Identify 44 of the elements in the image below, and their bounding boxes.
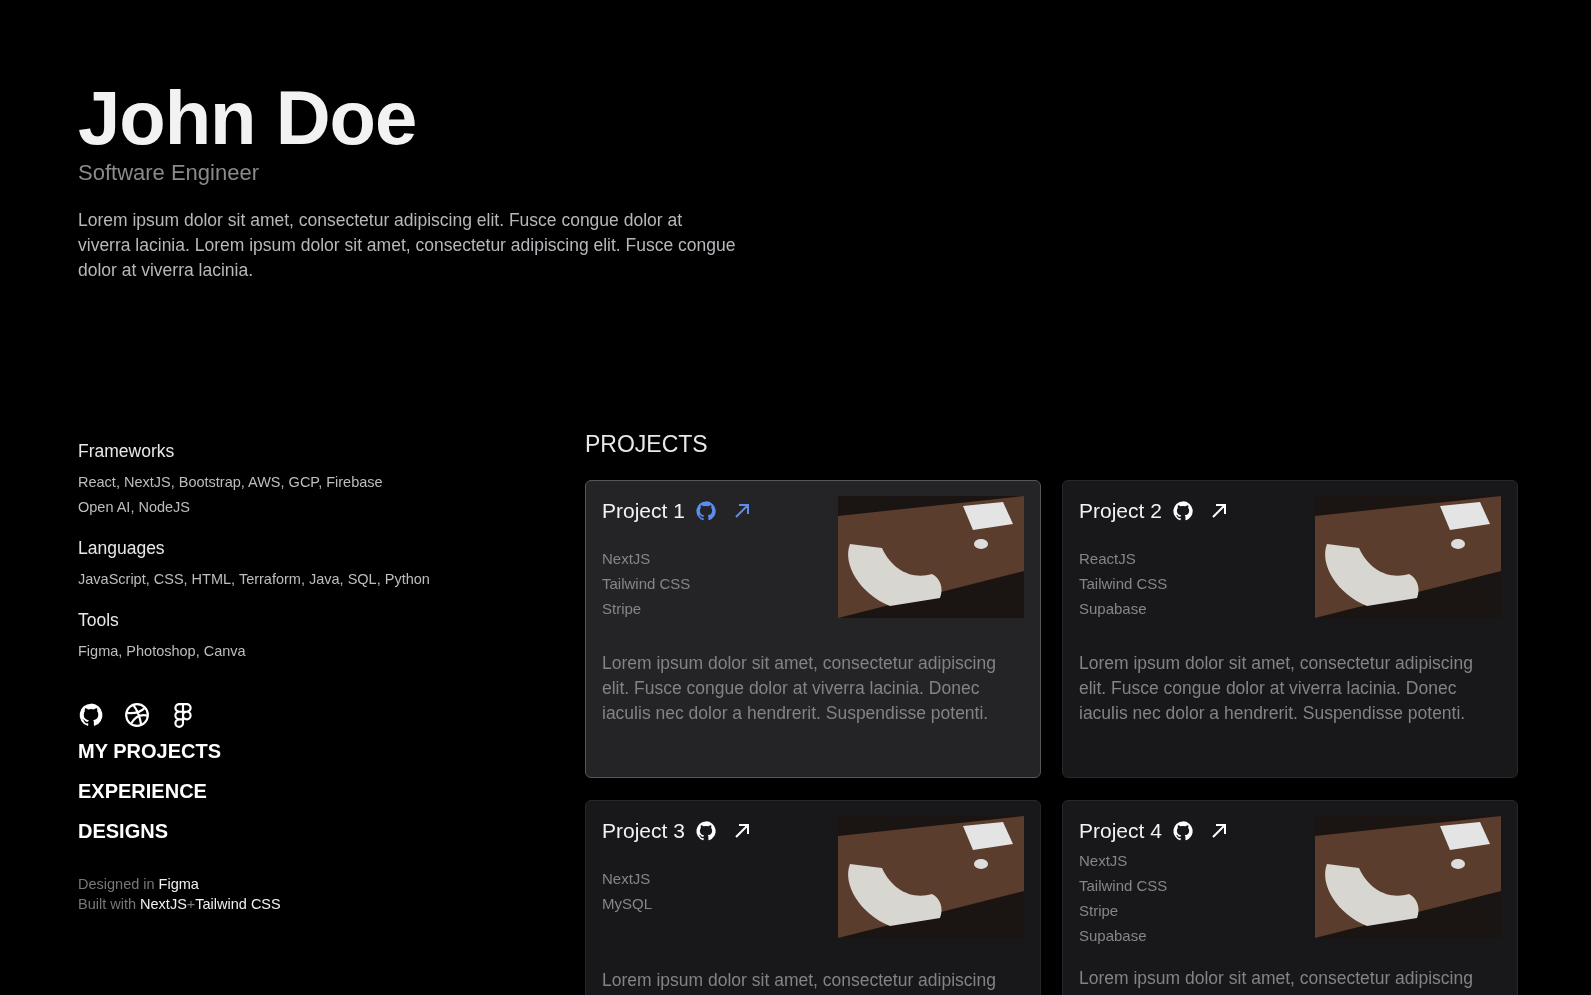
tech-label: Tailwind CSS <box>1079 574 1169 594</box>
nav-link[interactable]: EXPERIENCE <box>78 778 207 804</box>
skill-list: React, NextJS, Bootstrap, AWS, GCP, Firebase <box>78 470 585 495</box>
skill-heading: Tools <box>78 610 120 631</box>
tech-label: ReactJS <box>1079 549 1137 569</box>
skill-heading: Languages <box>78 538 166 559</box>
name-heading: John Doe <box>78 78 418 158</box>
project-title: Project 1 <box>602 499 685 523</box>
tech-label: MySQL <box>602 894 653 914</box>
dribbble-icon[interactable] <box>124 702 150 728</box>
project-card[interactable]: Project 3 NextJS MySQL Lorem ipsum dolor sit amet, consectetur adipiscing <box>585 800 1041 995</box>
tech-label: Supabase <box>1079 599 1148 619</box>
bio-paragraph: Lorem ipsum dolor sit amet, consectetur adipiscing elit. Fusce congue dolor at viverra lacinia. Lorem ipsum dolor sit amet, consectetur adipiscing elit. Fusce congue dolor at viverra lacinia. <box>78 209 737 282</box>
tech-label: Stripe <box>1079 901 1120 921</box>
project-description: Lorem ipsum dolor sit amet, consectetur adipiscing <box>1079 967 1474 990</box>
skill-list: Open AI, NodeJS <box>78 495 585 520</box>
project-title: Project 3 <box>602 819 685 843</box>
skill-list: Figma, Photoshop, Canva <box>78 639 585 664</box>
nav-link[interactable]: DESIGNS <box>78 818 169 844</box>
project-card[interactable]: Project 4 NextJS Tailwind CSS Stripe Supabase Lorem ipsum dolor sit amet, consectetur adipiscing <box>1062 800 1518 995</box>
section-heading: PROJECTS <box>585 431 709 458</box>
github-icon[interactable] <box>694 820 717 842</box>
project-title: Project 4 <box>1079 819 1162 843</box>
github-icon[interactable] <box>1171 500 1194 522</box>
skill-list: JavaScript, CSS, HTML, Terraform, Java, SQL, Python <box>78 567 585 592</box>
skill-heading: Frameworks <box>78 441 176 462</box>
tech-label: Stripe <box>602 599 643 619</box>
tech-label: Tailwind CSS <box>602 574 692 594</box>
project-title: Project 2 <box>1079 499 1162 523</box>
project-card[interactable]: Project 2 ReactJS Tailwind CSS Supabase Lorem ipsum dolor sit amet, consectetur adipiscing elit. Fusce congue dolor at viverra lacinia. Donec iaculis nec dolor a hendrerit. Suspendisse potenti. <box>1062 480 1518 778</box>
tech-label: NextJS <box>1079 851 1129 871</box>
nav-link[interactable]: MY PROJECTS <box>78 738 221 764</box>
tech-label: NextJS <box>602 869 652 889</box>
job-title: Software Engineer <box>78 160 260 186</box>
tech-label: NextJS <box>602 549 652 569</box>
footer-credit: Designed in Figma <box>78 875 200 894</box>
project-description: Lorem ipsum dolor sit amet, consectetur adipiscing elit. Fusce congue dolor at viverra lacinia. Donec iaculis nec dolor a hendrerit. Suspendisse potenti. <box>602 652 997 725</box>
github-icon[interactable] <box>78 702 104 728</box>
project-description: Lorem ipsum dolor sit amet, consectetur adipiscing elit. Fusce congue dolor at viverra lacinia. Donec iaculis nec dolor a hendrerit. Suspendisse potenti. <box>1079 652 1474 725</box>
tech-label: Supabase <box>1079 926 1148 946</box>
github-icon[interactable] <box>1171 820 1194 842</box>
project-description: Lorem ipsum dolor sit amet, consectetur adipiscing <box>602 969 997 992</box>
tech-label: Tailwind CSS <box>1079 876 1169 896</box>
footer-credit: Built with NextJS+Tailwind CSS <box>78 895 282 914</box>
